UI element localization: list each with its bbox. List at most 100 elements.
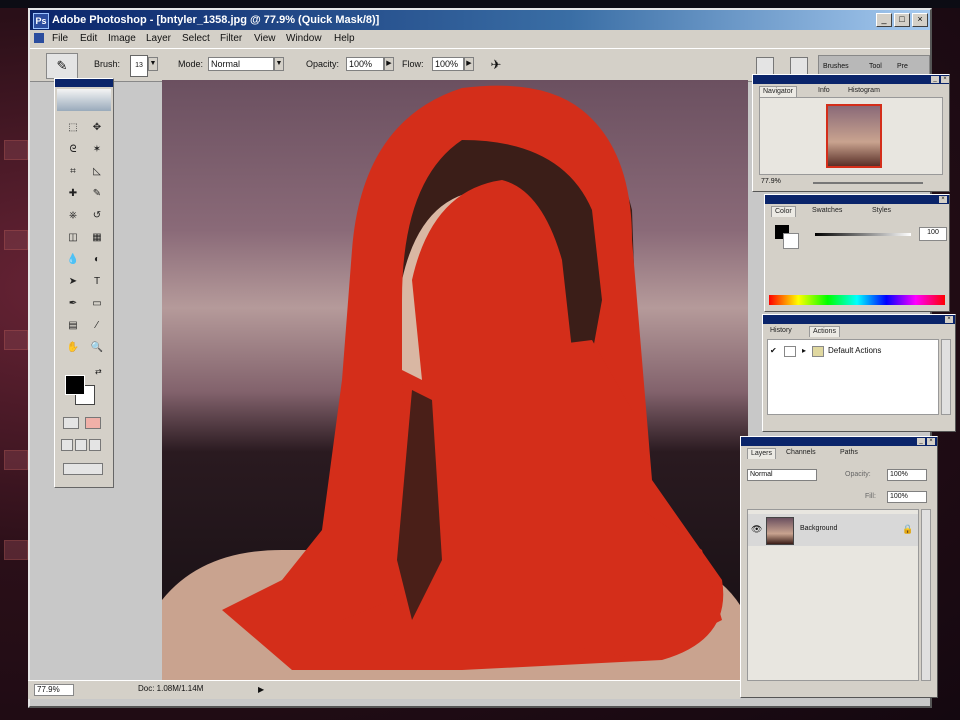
desktop-icon[interactable]: [4, 330, 28, 350]
quick-mask-mode-button[interactable]: [85, 417, 101, 429]
desktop-icon[interactable]: [4, 230, 28, 250]
palette-toggle-icon[interactable]: [790, 57, 808, 75]
type-icon[interactable]: T: [87, 273, 107, 291]
eyedropper-icon[interactable]: ⁄: [87, 317, 107, 335]
palette-title-bar[interactable]: [741, 437, 937, 446]
zoom-icon[interactable]: 🔍: [87, 339, 107, 357]
palette-well-tab[interactable]: Tool: [869, 63, 882, 70]
color-slider[interactable]: [815, 233, 911, 236]
blend-mode-select[interactable]: Normal: [747, 469, 817, 481]
healing-icon[interactable]: ✚: [63, 185, 83, 203]
tool-preset-picker[interactable]: ✎: [46, 53, 78, 79]
navigator-thumbnail[interactable]: [826, 104, 882, 168]
palette-minimize-button[interactable]: _: [931, 76, 939, 83]
eye-icon[interactable]: 👁: [751, 524, 762, 535]
palette-title-bar[interactable]: [765, 195, 949, 204]
blur-icon[interactable]: 💧: [63, 251, 83, 269]
flow-input[interactable]: 100%: [432, 57, 464, 71]
palette-close-button[interactable]: ×: [927, 438, 935, 445]
dialog-toggle-icon[interactable]: [784, 346, 796, 357]
tab-paths[interactable]: Paths: [837, 448, 861, 458]
dodge-icon[interactable]: ◐: [87, 251, 107, 269]
tab-layers[interactable]: Layers: [747, 448, 777, 459]
menu-window[interactable]: Window: [286, 33, 322, 44]
swap-colors-icon[interactable]: ⇄: [95, 367, 102, 376]
color-background-swatch[interactable]: [783, 233, 799, 249]
marquee-icon[interactable]: ⬚: [63, 119, 83, 137]
brush-dropdown-arrow[interactable]: ▼: [148, 57, 158, 71]
opacity-input[interactable]: 100%: [346, 57, 384, 71]
desktop-icon[interactable]: [4, 540, 28, 560]
menu-help[interactable]: Help: [334, 33, 355, 44]
file-browser-icon[interactable]: [756, 57, 774, 75]
layer-name[interactable]: Background: [800, 525, 837, 532]
hand-icon[interactable]: ✋: [63, 339, 83, 357]
brush-icon[interactable]: ✎: [87, 185, 107, 203]
lasso-icon[interactable]: ᘓ: [63, 141, 83, 159]
palette-minimize-button[interactable]: _: [917, 438, 925, 445]
menu-select[interactable]: Select: [182, 33, 210, 44]
zoom-level-field[interactable]: 77.9%: [34, 684, 74, 696]
toolbox-title-bar[interactable]: [55, 79, 113, 87]
tab-history[interactable]: History: [767, 326, 795, 336]
screen-mode-standard-button[interactable]: [61, 439, 73, 451]
document-canvas[interactable]: [162, 80, 748, 680]
jump-to-imageready-button[interactable]: [63, 463, 103, 475]
tab-channels[interactable]: Channels: [783, 448, 819, 458]
tab-swatches[interactable]: Swatches: [809, 206, 845, 216]
palette-well-tab[interactable]: Brushes: [823, 63, 849, 70]
tab-styles[interactable]: Styles: [869, 206, 894, 216]
menu-filter[interactable]: Filter: [220, 33, 242, 44]
menu-image[interactable]: Image: [108, 33, 136, 44]
shape-icon[interactable]: ▭: [87, 295, 107, 313]
palette-close-button[interactable]: ×: [945, 316, 953, 323]
photoshop-app-icon[interactable]: Ps: [33, 13, 49, 29]
menu-edit[interactable]: Edit: [80, 33, 97, 44]
airbrush-icon[interactable]: ✈: [486, 55, 506, 75]
adobe-online-logo[interactable]: [57, 89, 111, 111]
menu-file[interactable]: File: [52, 33, 68, 44]
mode-dropdown-arrow[interactable]: ▼: [274, 57, 284, 71]
layer-opacity-input[interactable]: 100%: [887, 469, 927, 481]
move-icon[interactable]: ✥: [87, 119, 107, 137]
history-brush-icon[interactable]: ↺: [87, 207, 107, 225]
palette-title-bar[interactable]: [763, 315, 955, 324]
tab-navigator[interactable]: Navigator: [759, 86, 797, 97]
standard-mode-button[interactable]: [63, 417, 79, 429]
eraser-icon[interactable]: ◫: [63, 229, 83, 247]
maximize-button[interactable]: □: [894, 13, 910, 27]
palette-well-tab[interactable]: Pre: [897, 63, 908, 70]
tab-actions[interactable]: Actions: [809, 326, 840, 337]
stamp-icon[interactable]: ⎈: [63, 207, 83, 225]
layer-fill-input[interactable]: 100%: [887, 491, 927, 503]
palette-title-bar[interactable]: [753, 75, 949, 84]
layer-row[interactable]: 👁 Background 🔒: [748, 514, 918, 546]
tab-info[interactable]: Info: [815, 86, 833, 96]
navigator-zoom-value[interactable]: 77.9%: [761, 178, 781, 185]
path-select-icon[interactable]: ➤: [63, 273, 83, 291]
minimize-button[interactable]: _: [876, 13, 892, 27]
tab-color[interactable]: Color: [771, 206, 796, 217]
desktop-icon[interactable]: [4, 140, 28, 160]
foreground-color-swatch[interactable]: [65, 375, 85, 395]
navigator-zoom-slider[interactable]: [813, 182, 923, 184]
layers-scrollbar[interactable]: [921, 509, 931, 681]
palette-close-button[interactable]: ×: [941, 76, 949, 83]
tab-histogram[interactable]: Histogram: [845, 86, 883, 96]
gradient-icon[interactable]: ▦: [87, 229, 107, 247]
close-button[interactable]: ×: [912, 13, 928, 27]
mode-select[interactable]: Normal: [208, 57, 274, 71]
magic-wand-icon[interactable]: ✶: [87, 141, 107, 159]
opacity-slider-arrow[interactable]: ▶: [384, 57, 394, 71]
flow-slider-arrow[interactable]: ▶: [464, 57, 474, 71]
title-bar[interactable]: Ps Adobe Photoshop - [bntyler_1358.jpg @…: [30, 10, 930, 30]
color-ramp[interactable]: [769, 295, 945, 305]
document-icon[interactable]: [34, 33, 44, 43]
status-menu-arrow[interactable]: ▶: [258, 685, 264, 694]
slice-icon[interactable]: ◺: [87, 163, 107, 181]
palette-close-button[interactable]: ×: [939, 196, 947, 203]
screen-mode-full-button[interactable]: [89, 439, 101, 451]
color-value-input[interactable]: 100: [919, 227, 947, 241]
action-set-name[interactable]: Default Actions: [828, 346, 881, 355]
screen-mode-full-menu-button[interactable]: [75, 439, 87, 451]
